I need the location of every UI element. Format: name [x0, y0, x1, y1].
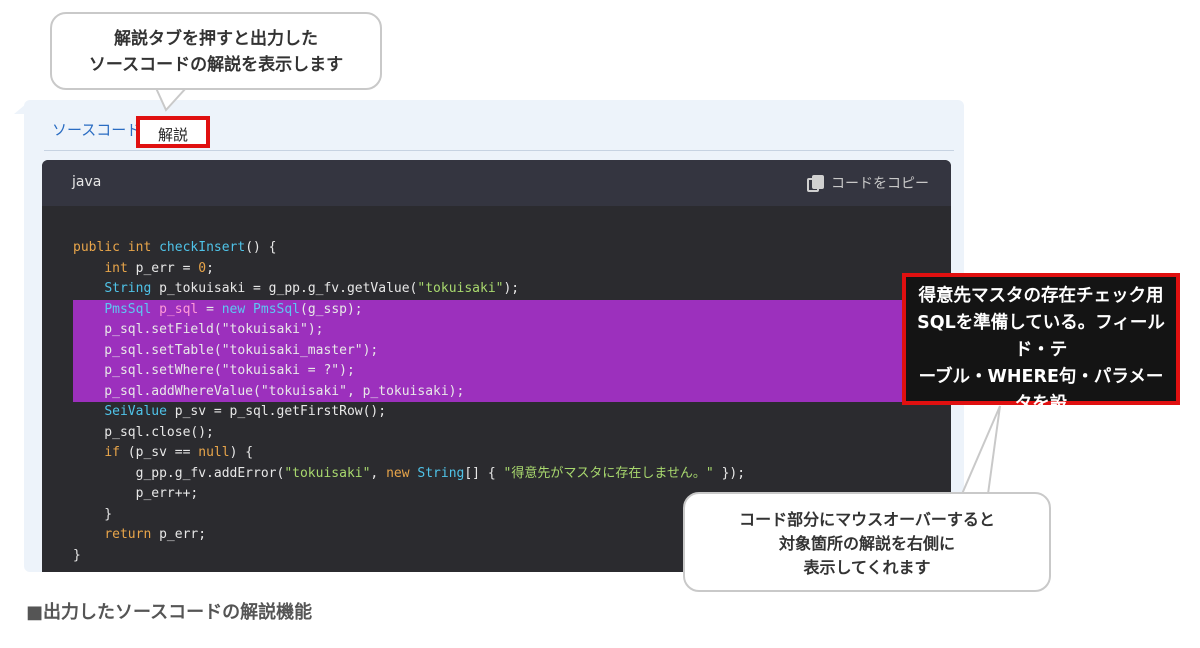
tab-source-code[interactable]: ソースコード [52, 116, 141, 144]
callout-line: ソースコードの解説を表示します [88, 55, 344, 75]
code-line-highlighted[interactable]: p_sql.setTable("tokuisaki_master"); [73, 340, 903, 361]
bottom-callout-pointer [960, 405, 1001, 495]
callout-line: 表示してくれます [803, 558, 931, 577]
tab-divider [44, 150, 954, 151]
code-line[interactable]: SeiValue p_sv = p_sql.getFirstRow(); [42, 402, 951, 423]
callout-line: 解説タブを押すと出力した [114, 29, 318, 49]
code-line-highlighted[interactable]: p_sql.setField("tokuisaki"); [73, 320, 903, 341]
code-line[interactable]: p_sql.close(); [42, 423, 951, 444]
code-line-highlighted[interactable]: p_sql.addWhereValue("tokuisaki", p_tokui… [73, 381, 903, 402]
copy-icon [807, 175, 824, 192]
code-line-highlighted[interactable]: PmsSql p_sql = new PmsSql(g_ssp); [73, 299, 903, 320]
code-language: java [72, 174, 102, 190]
figure-caption: ■出力したソースコードの解説機能 [26, 602, 313, 623]
code-line[interactable]: int p_err = 0; [42, 259, 951, 280]
tab-explanation[interactable]: 解説 [136, 116, 210, 148]
code-line[interactable]: public int checkInsert() { [42, 238, 951, 259]
copy-code-label: コードをコピー [831, 176, 929, 192]
bottom-callout: コード部分にマウスオーバーすると 対象箇所の解説を右側に 表示してくれます [683, 492, 1051, 592]
tooltip-line: 得意先マスタの存在チェック用 [918, 286, 1164, 306]
copy-code-button[interactable]: コードをコピー [807, 173, 929, 193]
tooltip-line: SQLを準備している。フィールド・テ [917, 313, 1165, 360]
callout-line: コード部分にマウスオーバーすると [739, 510, 995, 529]
code-line[interactable]: g_pp.g_fv.addError("tokuisaki", new Stri… [42, 464, 951, 485]
callout-line: 対象箇所の解説を右側に [778, 534, 955, 553]
code-header: java コードをコピー [42, 160, 951, 206]
explanation-tooltip: 得意先マスタの存在チェック用 SQLを準備している。フィールド・テ ーブル・WH… [902, 273, 1180, 441]
code-line[interactable]: String p_tokuisaki = g_pp.g_fv.getValue(… [42, 279, 951, 300]
code-line[interactable]: if (p_sv == null) { [42, 443, 951, 464]
code-line-highlighted[interactable]: p_sql.setWhere("tokuisaki = ?"); [73, 361, 903, 382]
top-callout: 解説タブを押すと出力した ソースコードの解説を表示します [50, 12, 382, 90]
